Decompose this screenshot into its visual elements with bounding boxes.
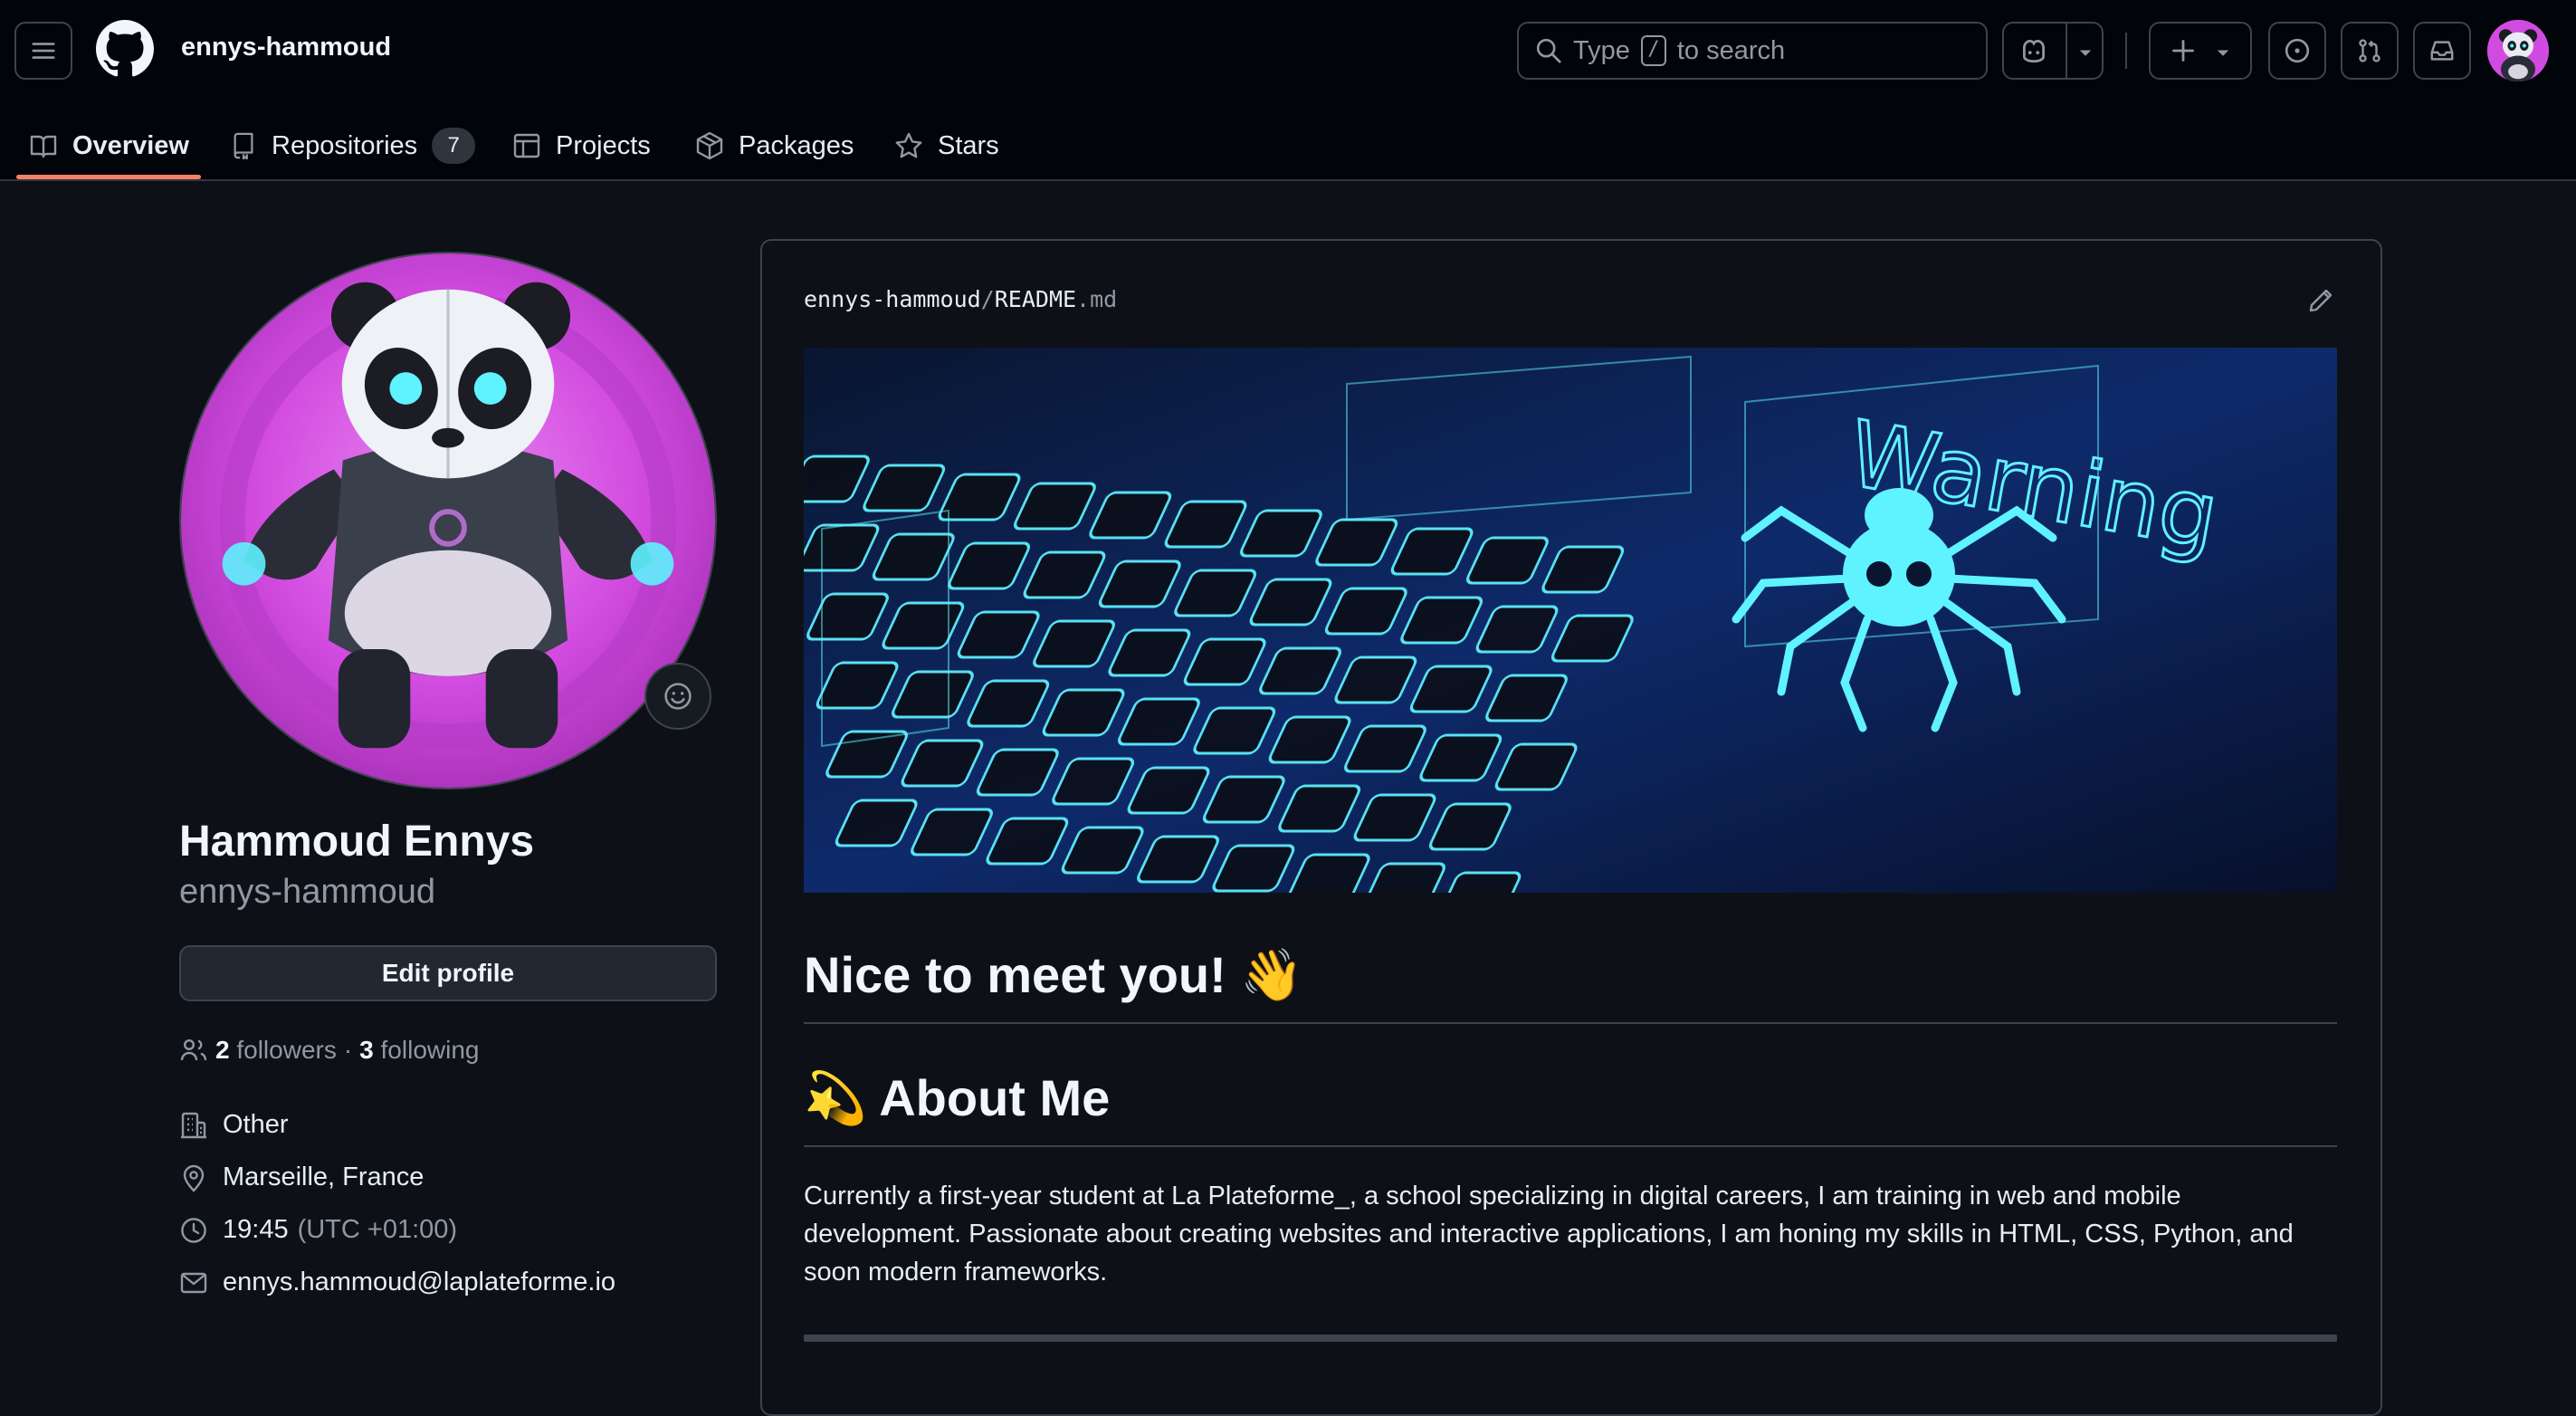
timezone-text: (UTC +01:00): [297, 1215, 458, 1244]
search-icon: [1536, 38, 1561, 63]
book-icon: [30, 135, 57, 158]
readme-heading-about: 💫 About Me: [804, 1069, 1111, 1126]
github-logo-icon[interactable]: [96, 20, 154, 78]
following-label: following: [380, 1036, 480, 1064]
table-icon: [513, 133, 540, 158]
inbox-icon: [2430, 41, 2454, 61]
readme-file-ext: .md: [1076, 286, 1118, 312]
location-icon: [183, 1164, 205, 1192]
followers-count: 2: [215, 1036, 230, 1064]
edit-profile-button[interactable]: Edit profile: [179, 945, 717, 1001]
organization-icon: [181, 1112, 206, 1138]
copilot-icon: [2022, 39, 2046, 63]
tab-stars[interactable]: Stars: [894, 120, 999, 172]
chevron-down-icon: [2217, 50, 2229, 56]
search-suffix: to search: [1676, 35, 1786, 65]
panda-avatar-icon: [181, 254, 715, 788]
pull-requests-button[interactable]: [2341, 22, 2399, 80]
readme-owner-link[interactable]: ennys-hammoud: [804, 286, 981, 312]
inbox-button[interactable]: [2413, 22, 2471, 80]
readme-breadcrumb: ennys-hammoud/README.md: [804, 286, 1117, 312]
readme-file-base: README: [994, 286, 1077, 312]
package-icon: [696, 131, 723, 160]
local-time-text: 19:45: [223, 1215, 289, 1244]
profile-location: Marseille, France: [179, 1162, 424, 1192]
keyboard-warning-banner: Warning: [804, 348, 2337, 893]
search-shortcut-key: /: [1640, 35, 1666, 66]
following-link[interactable]: 3 following: [359, 1036, 479, 1065]
create-new-button[interactable]: [2149, 22, 2252, 80]
git-pull-request-icon: [2359, 39, 2380, 62]
active-tab-indicator: [16, 175, 201, 179]
readme-heading-greeting: Nice to meet you! 👋: [804, 946, 1304, 1003]
user-avatar-menu[interactable]: [2487, 20, 2549, 81]
tab-overview-label: Overview: [72, 130, 189, 160]
copilot-divider: [2066, 24, 2067, 78]
heading-divider: [804, 1145, 2337, 1147]
tab-projects-label: Projects: [556, 130, 651, 160]
star-icon: [895, 132, 922, 158]
repositories-count-badge: 7: [432, 128, 476, 164]
set-status-button[interactable]: [644, 663, 711, 730]
email-link[interactable]: ennys.hammoud@laplateforme.io: [223, 1268, 615, 1297]
smiley-icon: [664, 683, 692, 710]
profile-company: Other: [179, 1110, 289, 1140]
pencil-icon: [2309, 289, 2333, 312]
edit-readme-button[interactable]: [2306, 286, 2335, 320]
people-icon: [180, 1038, 207, 1061]
readme-path-separator: /: [980, 286, 995, 312]
tab-stars-label: Stars: [938, 130, 999, 160]
tab-overview[interactable]: Overview: [29, 120, 189, 172]
repo-icon: [234, 132, 253, 159]
followers-label: followers: [236, 1036, 337, 1064]
search-prefix: Type: [1573, 35, 1630, 65]
profile-avatar[interactable]: [179, 252, 717, 789]
tab-repositories[interactable]: Repositories 7: [230, 120, 476, 172]
profile-full-name: Hammoud Ennys: [179, 818, 535, 866]
copilot-button[interactable]: [2002, 22, 2104, 80]
clock-icon: [181, 1217, 206, 1243]
top-header: ennys-hammoud Type / to search Overview …: [0, 0, 2576, 181]
search-input[interactable]: Type / to search: [1517, 22, 1988, 80]
readme-about-paragraph: Currently a first-year student at La Pla…: [804, 1182, 2294, 1287]
tab-repositories-label: Repositories: [272, 130, 418, 160]
readme-file-link[interactable]: README.md: [995, 286, 1117, 312]
header-divider: [2125, 33, 2127, 69]
tab-projects[interactable]: Projects: [512, 120, 651, 172]
panda-avatar-icon: [2487, 20, 2549, 81]
tab-packages-label: Packages: [739, 130, 854, 160]
mail-icon: [180, 1272, 207, 1293]
hamburger-icon: [32, 43, 55, 59]
profile-email[interactable]: ennys.hammoud@laplateforme.io: [179, 1268, 615, 1297]
readme-banner-image: Warning: [804, 348, 2337, 893]
location-text: Marseille, France: [223, 1162, 425, 1191]
follow-stats: 2 followers · 3 following: [179, 1036, 479, 1065]
issues-button[interactable]: [2268, 22, 2326, 80]
profile-local-time: 19:45 (UTC +01:00): [179, 1215, 457, 1245]
tab-packages[interactable]: Packages: [695, 120, 854, 172]
section-divider: [804, 1335, 2337, 1342]
header-username[interactable]: ennys-hammoud: [181, 33, 391, 62]
plus-icon: [2172, 40, 2194, 62]
followers-link[interactable]: 2 followers: [215, 1036, 337, 1065]
company-text: Other: [223, 1110, 289, 1139]
profile-login: ennys-hammoud: [179, 873, 436, 911]
chevron-down-icon[interactable]: [2076, 43, 2094, 62]
follow-separator: ·: [343, 1036, 353, 1064]
following-count: 3: [359, 1036, 374, 1064]
heading-divider: [804, 1022, 2337, 1024]
issue-opened-icon: [2285, 38, 2310, 63]
menu-button[interactable]: [14, 22, 72, 80]
